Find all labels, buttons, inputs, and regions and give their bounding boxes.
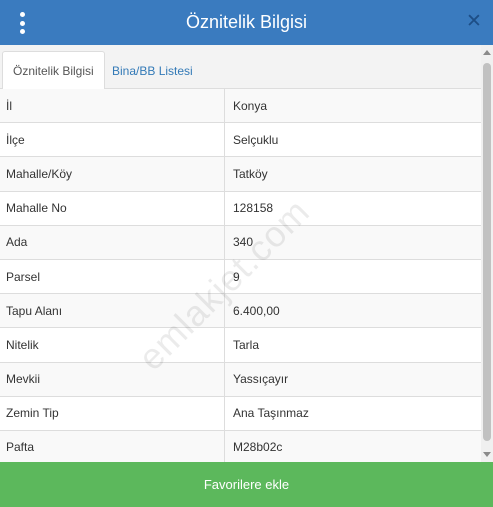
add-to-favorites-button[interactable]: Favorilere ekle <box>0 462 493 507</box>
dialog-title: Öznitelik Bilgisi <box>185 12 308 32</box>
tab-bar: Öznitelik Bilgisi Bina/BB Listesi <box>0 45 481 90</box>
row-value: M28b02c <box>233 440 283 455</box>
table-row: Tapu Alanı 6.400,00 <box>0 294 481 329</box>
table-row: İlçe Selçuklu <box>0 123 481 158</box>
table-row: Ada 340 <box>0 225 481 260</box>
row-label: Parsel <box>0 259 225 294</box>
table-row: Mahalle/Köy Tatköy <box>0 157 481 192</box>
dialog-body: Öznitelik Bilgisi Bina/BB Listesi İl Kon… <box>0 45 493 462</box>
row-label: Zemin Tip <box>0 396 225 430</box>
table-row: Mahalle No 128158 <box>0 191 481 226</box>
attribute-table: İl Konya İlçe Selçuklu Mahalle/Köy Tatkö… <box>0 89 481 462</box>
table-row: Zemin Tip Ana Taşınmaz <box>0 396 481 431</box>
table-row: Nitelik Tarla <box>0 328 481 363</box>
row-value: Ana Taşınmaz <box>233 406 309 421</box>
scrollbar-thumb[interactable] <box>483 63 491 441</box>
scroll-down-icon[interactable] <box>483 452 491 457</box>
row-value: 340 <box>233 235 254 250</box>
row-label: Tapu Alanı <box>0 294 225 328</box>
tab-oznitelik-bilgisi[interactable]: Öznitelik Bilgisi <box>2 51 105 90</box>
row-value: Yassıçayır <box>233 372 289 387</box>
row-label: İlçe <box>0 123 225 157</box>
row-label: Nitelik <box>0 328 225 362</box>
row-label: İl <box>0 89 225 123</box>
table-row: Pafta M28b02c <box>0 430 481 462</box>
row-value: Selçuklu <box>233 132 279 147</box>
row-value: Tarla <box>233 337 260 352</box>
row-label: Mevkii <box>0 362 225 396</box>
table-row: Parsel 9 <box>0 259 481 295</box>
vertical-scrollbar[interactable] <box>481 45 493 462</box>
row-label: Ada <box>0 225 225 259</box>
dialog-header: Öznitelik Bilgisi ✕ <box>0 0 493 45</box>
row-value: 128158 <box>233 201 274 216</box>
tab-bina-bb-listesi[interactable]: Bina/BB Listesi <box>102 51 203 90</box>
vertical-ellipsis-icon[interactable] <box>14 12 30 34</box>
table-row: Mevkii Yassıçayır <box>0 362 481 397</box>
row-label: Mahalle/Köy <box>0 157 225 191</box>
table-row: İl Konya <box>0 89 481 124</box>
scroll-up-icon[interactable] <box>483 50 491 55</box>
row-value: 9 <box>233 269 240 284</box>
row-value: Konya <box>233 98 268 113</box>
row-label: Mahalle No <box>0 191 225 225</box>
close-icon[interactable]: ✕ <box>465 11 483 33</box>
row-value: Tatköy <box>233 166 268 181</box>
row-value: 6.400,00 <box>233 303 280 318</box>
row-label: Pafta <box>0 430 225 462</box>
